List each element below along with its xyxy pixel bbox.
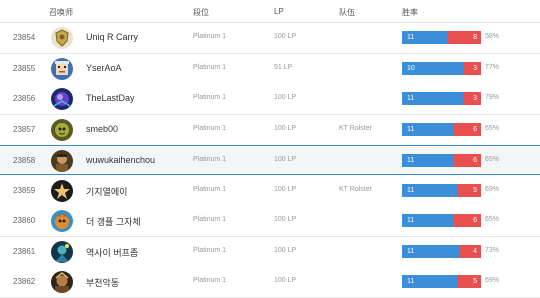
losses-count: 3	[473, 95, 477, 102]
winrate-bar: 11 6	[402, 214, 481, 227]
lp-value: 100 LP	[274, 277, 297, 284]
lp-value: 100 LP	[274, 246, 297, 254]
brown-warrior-icon[interactable]	[51, 271, 73, 293]
rank-number: 23856	[13, 94, 36, 103]
lp-value: 100 LP	[274, 185, 297, 193]
teal-figure-icon[interactable]	[51, 240, 73, 263]
table-row[interactable]: 23854 Uniq R Carry Platinum 1 100 LP 11 8 58%	[0, 23, 540, 54]
wins-count: 11	[407, 95, 415, 102]
rank-number: 23857	[13, 124, 36, 134]
wins-count: 11	[407, 278, 415, 285]
winrate-bar: 11 6	[402, 122, 481, 136]
table-row[interactable]: 23856 TheLastDay Platinum 1 100 LP 11 3 79%	[0, 84, 540, 115]
winrate-percent: 79%	[485, 94, 500, 101]
tier-label: Platinum 1	[193, 33, 227, 40]
header-winrate[interactable]: 胜率	[402, 7, 418, 18]
summoner-name-link[interactable]: wuwukaihenchou	[86, 155, 155, 165]
lp-value: 100 LP	[274, 124, 297, 132]
winrate-percent: 65%	[485, 156, 500, 163]
tier-label: Platinum 1	[193, 124, 227, 132]
table-header: 召唤师 段位 LP 队伍 胜率	[0, 0, 540, 23]
winrate-bar: 11 5	[402, 275, 481, 288]
winrate-bar: 11 6	[402, 154, 481, 167]
table-row[interactable]: 23855 YserAoA Platinum 1 91 LP 10 3 77%	[0, 53, 540, 85]
summoner-name-link[interactable]: 역사이 버프좀	[86, 246, 138, 259]
losses-count: 3	[473, 64, 477, 72]
table-row[interactable]: 23862 부천악동 Platinum 1 100 LP 11 5 69%	[0, 267, 540, 298]
winrate-percent: 65%	[485, 216, 500, 223]
rank-number: 23858	[13, 156, 36, 165]
winrate-percent: 73%	[485, 246, 500, 254]
losses-count: 5	[473, 186, 477, 194]
shield-crest-icon[interactable]	[51, 27, 73, 49]
summoner-name-link[interactable]: 더 갱플 그자체	[86, 215, 141, 228]
table-row[interactable]: 23858 wuwukaihenchou Platinum 1 100 LP 11 6 65…	[0, 145, 540, 175]
winrate-bar: 11 8	[402, 31, 481, 44]
wins-count: 11	[407, 217, 415, 224]
pixel-face-icon[interactable]	[51, 57, 73, 80]
table-row[interactable]: 23860 더 갱플 그자체 Platinum 1 100 LP 11 6 65%	[0, 206, 540, 237]
table-row[interactable]: 23861 역사이 버프좀 Platinum 1 100 LP 11 4 73%	[0, 236, 540, 268]
tier-label: Platinum 1	[193, 63, 227, 71]
wins-count: 11	[407, 157, 415, 164]
header-tier[interactable]: 段位	[193, 7, 209, 18]
star-dark-icon[interactable]	[51, 179, 73, 202]
losses-count: 8	[473, 34, 477, 41]
tier-label: Platinum 1	[193, 94, 227, 101]
rank-number: 23861	[13, 246, 36, 256]
warrior-portrait-icon[interactable]	[51, 150, 73, 172]
lp-value: 100 LP	[274, 33, 297, 40]
winrate-percent: 69%	[485, 185, 500, 193]
summoner-name-link[interactable]: Uniq R Carry	[86, 32, 138, 42]
losses-count: 5	[473, 278, 477, 285]
winrate-percent: 65%	[485, 124, 500, 132]
losses-count: 4	[473, 247, 477, 255]
tier-label: Platinum 1	[193, 216, 227, 223]
lp-value: 100 LP	[274, 94, 297, 101]
winrate-bar: 10 3	[402, 61, 481, 75]
summoner-name-link[interactable]: 기지열에이	[86, 185, 127, 198]
summoner-name-link[interactable]: YserAoA	[86, 63, 122, 73]
wins-count: 11	[407, 186, 415, 194]
summoner-name-link[interactable]: TheLastDay	[86, 93, 135, 103]
rank-number: 23855	[13, 63, 36, 73]
header-summoner[interactable]: 召唤师	[49, 7, 73, 18]
lp-value: 100 LP	[274, 216, 297, 223]
wins-count: 11	[407, 247, 415, 255]
header-team[interactable]: 队伍	[339, 7, 355, 18]
wins-count: 11	[407, 34, 415, 41]
winrate-percent: 77%	[485, 63, 500, 71]
rank-number: 23859	[13, 185, 36, 195]
green-creature-icon[interactable]	[51, 118, 73, 141]
tier-label: Platinum 1	[193, 156, 227, 163]
header-lp[interactable]: LP	[274, 7, 284, 16]
team-label: KT Rolster	[339, 185, 372, 193]
summoner-name-link[interactable]: smeb00	[86, 124, 118, 134]
tier-label: Platinum 1	[193, 277, 227, 284]
rank-number: 23860	[13, 216, 36, 225]
losses-count: 6	[473, 217, 477, 224]
winrate-bar: 11 5	[402, 183, 481, 197]
purple-orb-icon[interactable]	[51, 88, 73, 110]
winrate-percent: 58%	[485, 33, 500, 40]
losses-count: 6	[473, 125, 477, 133]
wins-count: 10	[407, 64, 415, 72]
winrate-percent: 69%	[485, 277, 500, 284]
rank-number: 23862	[13, 277, 36, 286]
tier-label: Platinum 1	[193, 246, 227, 254]
winrate-bar: 11 4	[402, 244, 481, 258]
orange-creature-icon[interactable]	[51, 210, 73, 232]
wins-count: 11	[407, 125, 415, 133]
rank-number: 23854	[13, 33, 36, 42]
lp-value: 100 LP	[274, 156, 297, 163]
lp-value: 91 LP	[274, 63, 293, 71]
table-row[interactable]: 23859 기지열에이 Platinum 1 100 LP KT Rolster 11 5 6…	[0, 175, 540, 207]
team-label: KT Rolster	[339, 124, 372, 132]
tier-label: Platinum 1	[193, 185, 227, 193]
table-row[interactable]: 23857 smeb00 Platinum 1 100 LP KT Rolster 11 6…	[0, 114, 540, 146]
losses-count: 6	[473, 157, 477, 164]
winrate-bar: 11 3	[402, 92, 481, 105]
summoner-name-link[interactable]: 부천악동	[86, 276, 119, 289]
